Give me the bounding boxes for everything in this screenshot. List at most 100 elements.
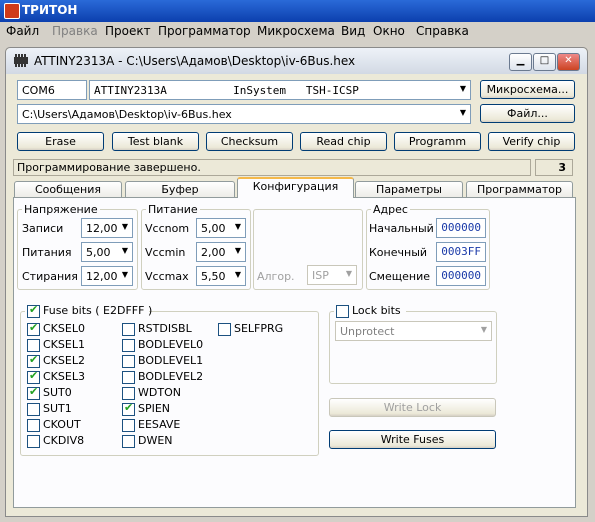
vccmin-value: 2,00 <box>201 246 226 259</box>
chevron-down-icon: ▼ <box>345 269 353 278</box>
tab-programmer[interactable]: Программатор <box>466 181 573 198</box>
tab-messages[interactable]: Сообщения <box>14 181 122 198</box>
file-select[interactable]: C:\Users\Адамов\Desktop\iv-6Bus.hex ▼ <box>17 104 471 124</box>
window-titlebar: ATTINY2313A - C:\Users\Адамов\Desktop\iv… <box>6 48 587 74</box>
bodlevel0-checkbox[interactable] <box>122 339 135 352</box>
erase-button[interactable]: Erase <box>17 132 104 151</box>
chevron-down-icon: ▼ <box>234 246 242 255</box>
lock-mode-value: Unprotect <box>340 325 395 338</box>
cksel1-label: CKSEL1 <box>43 338 85 351</box>
cksel2-checkbox[interactable] <box>27 353 40 368</box>
chevron-down-icon: ▼ <box>459 108 467 117</box>
programm-button[interactable]: Programm <box>394 132 481 151</box>
ckout-checkbox[interactable] <box>27 419 40 432</box>
dwen-checkbox[interactable] <box>122 435 135 448</box>
vccnom-value: 5,00 <box>201 222 226 235</box>
cksel3-checkbox[interactable] <box>27 369 40 384</box>
address-end-label: Конечный <box>369 246 428 259</box>
ckout-label: CKOUT <box>43 418 81 431</box>
wdton-checkbox[interactable] <box>122 387 135 400</box>
menu-programmer[interactable]: Программатор <box>158 24 251 38</box>
vccnom-select[interactable]: 5,00 ▼ <box>196 218 246 238</box>
spien-checkbox[interactable] <box>122 401 135 416</box>
voltage-erase-select[interactable]: 12,00 ▼ <box>81 266 133 286</box>
bodlevel0-label: BODLEVEL0 <box>138 338 204 351</box>
menu-window[interactable]: Окно <box>373 24 405 38</box>
sut1-label: SUT1 <box>43 402 72 415</box>
spien-label: SPIEN <box>138 402 171 415</box>
voltage-supply-value: 5,00 <box>86 246 111 259</box>
algo-label: Алгор. <box>257 270 295 283</box>
close-button[interactable]: ✕ <box>557 53 580 71</box>
bodlevel2-label: BODLEVEL2 <box>138 370 204 383</box>
selfprg-checkbox[interactable] <box>218 323 231 336</box>
wdton-label: WDTON <box>138 386 181 399</box>
eesave-checkbox[interactable] <box>122 419 135 432</box>
menu-chip[interactable]: Микросхема <box>257 24 335 38</box>
status-counter: 3 <box>535 159 573 176</box>
menu-project[interactable]: Проект <box>105 24 151 38</box>
eesave-label: EESAVE <box>138 418 181 431</box>
vccnom-label: Vccnom <box>145 222 190 235</box>
cksel0-checkbox[interactable] <box>27 321 40 336</box>
address-start-label: Начальный <box>369 222 434 235</box>
write-fuses-button[interactable]: Write Fuses <box>329 430 496 449</box>
app-titlebar: ТРИТОН <box>0 0 595 22</box>
voltage-write-select[interactable]: 12,00 ▼ <box>81 218 133 238</box>
voltage-erase-label: Стирания <box>22 270 78 283</box>
vccmax-label: Vccmax <box>145 270 189 283</box>
tab-parameters[interactable]: Параметры <box>355 181 463 198</box>
fuse-bits-checkbox[interactable] <box>27 303 40 318</box>
cksel0-label: CKSEL0 <box>43 322 85 335</box>
menu-edit[interactable]: Правка <box>52 24 98 38</box>
checksum-button[interactable]: Checksum <box>206 132 293 151</box>
voltage-write-value: 12,00 <box>86 222 118 235</box>
cksel1-checkbox[interactable] <box>27 339 40 352</box>
tab-buffer[interactable]: Буфер <box>125 181 235 198</box>
maximize-button[interactable]: □ <box>533 53 556 71</box>
lock-mode-select[interactable]: Unprotect ▼ <box>335 321 492 341</box>
voltage-group-label: Напряжение <box>22 203 100 216</box>
selfprg-label: SELFPRG <box>234 322 284 335</box>
write-lock-button[interactable]: Write Lock <box>329 398 496 417</box>
file-path-value: C:\Users\Адамов\Desktop\iv-6Bus.hex <box>22 108 232 121</box>
app-title: ТРИТОН <box>22 3 78 17</box>
bodlevel2-checkbox[interactable] <box>122 371 135 384</box>
minimize-button[interactable]: ▁ <box>509 53 532 71</box>
status-text: Программирование завершено. <box>17 161 201 174</box>
voltage-supply-select[interactable]: 5,00 ▼ <box>81 242 133 262</box>
sut0-label: SUT0 <box>43 386 72 399</box>
chevron-down-icon: ▼ <box>234 270 242 279</box>
address-start-input[interactable]: 000000 <box>436 218 486 238</box>
file-button[interactable]: Файл... <box>480 104 575 123</box>
sut1-checkbox[interactable] <box>27 403 40 416</box>
address-offset-input[interactable]: 000000 <box>436 266 486 286</box>
cksel2-label: CKSEL2 <box>43 354 85 367</box>
read-chip-button[interactable]: Read chip <box>300 132 387 151</box>
vccmax-value: 5,50 <box>201 270 226 283</box>
port-select[interactable]: COM6 <box>17 80 87 100</box>
verify-chip-button[interactable]: Verify chip <box>488 132 575 151</box>
lock-bits-checkbox[interactable] <box>336 305 349 318</box>
bodlevel1-label: BODLEVEL1 <box>138 354 204 367</box>
chip-select[interactable]: ATTINY2313A InSystem TSH-ICSP ▼ <box>89 80 471 100</box>
test-blank-button[interactable]: Test blank <box>112 132 199 151</box>
tab-configuration[interactable]: Конфигурация <box>237 177 354 198</box>
rstdisbl-checkbox[interactable] <box>122 323 135 336</box>
chip-button[interactable]: Микросхема... <box>480 80 575 99</box>
chevron-down-icon: ▼ <box>121 270 129 279</box>
sut0-checkbox[interactable] <box>27 385 40 400</box>
fuse-bits-label: Fuse bits ( E2DFFF ) <box>43 304 153 317</box>
ckdiv8-checkbox[interactable] <box>27 435 40 448</box>
menu-help[interactable]: Справка <box>416 24 469 38</box>
cksel3-label: CKSEL3 <box>43 370 85 383</box>
vccmax-select[interactable]: 5,50 ▼ <box>196 266 246 286</box>
address-end-input[interactable]: 0003FF <box>436 242 486 262</box>
ckdiv8-label: CKDIV8 <box>43 434 85 447</box>
menu-view[interactable]: Вид <box>341 24 365 38</box>
menu-file[interactable]: Файл <box>6 24 39 38</box>
status-line: Программирование завершено. <box>13 159 531 176</box>
bodlevel1-checkbox[interactable] <box>122 355 135 368</box>
vccmin-select[interactable]: 2,00 ▼ <box>196 242 246 262</box>
algo-select[interactable]: ISP ▼ <box>307 265 357 285</box>
